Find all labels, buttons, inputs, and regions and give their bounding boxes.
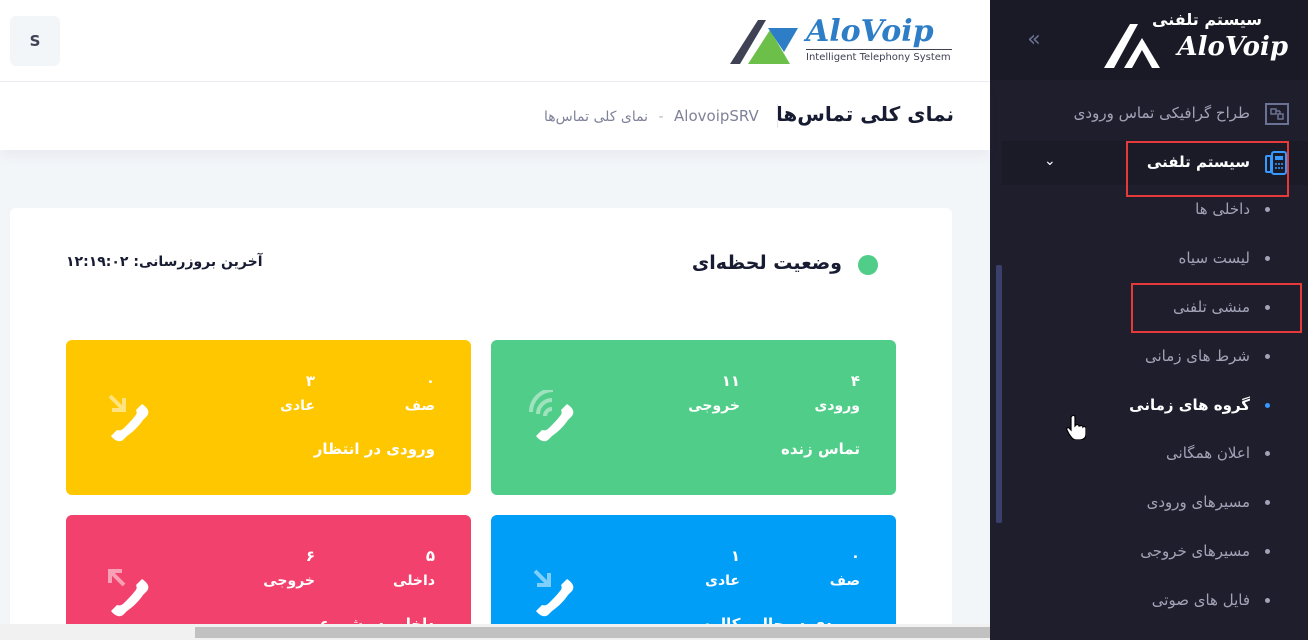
sidebar-subitem-announcements[interactable]: اعلان همگانی <box>990 431 1308 477</box>
tile-value: ۶ <box>305 547 315 565</box>
sidebar-subitem-audio-files[interactable]: فایل های صوتی <box>990 578 1308 624</box>
live-call-icon <box>529 390 574 442</box>
tile-title: ورودی در انتظار <box>313 440 435 458</box>
title-divider <box>777 104 778 128</box>
tile-value: ۵ <box>425 547 435 565</box>
logo-divider <box>806 49 952 50</box>
sidebar-scrollbar[interactable] <box>996 265 1002 523</box>
status-title: وضعیت لحظه‌ای <box>691 252 842 274</box>
bullet-icon <box>1265 354 1270 359</box>
sidebar-item-call-designer[interactable]: طراح گرافیکی تماس ورودی <box>990 92 1308 136</box>
realtime-status-card: وضعیت لحظه‌ای آخرین بروزرسانی: ۱۲:۱۹:۰۲ … <box>10 208 952 640</box>
sidebar-subitem-time-groups[interactable]: گروه های زمانی <box>990 383 1308 429</box>
sidebar-subitem-time-conditions[interactable]: شرط های زمانی <box>990 334 1308 380</box>
bullet-icon <box>1265 500 1270 505</box>
breadcrumb-current: نمای کلی تماس‌ها <box>544 109 649 125</box>
tile-value-label: صف <box>404 398 435 414</box>
sidebar-item-label: طراح گرافیکی تماس ورودی <box>1073 104 1250 122</box>
bullet-icon <box>1265 207 1270 212</box>
breadcrumb-root[interactable]: AlovoipSRV <box>674 107 759 125</box>
sidebar-subitem-label: شرط های زمانی <box>1145 347 1250 365</box>
tile-value-label: ورودی <box>814 398 860 414</box>
tile-value: ۱۱ <box>721 372 740 390</box>
breadcrumb-separator: - <box>658 109 664 125</box>
outgoing-call-icon <box>108 569 149 617</box>
tile-incoming-waiting[interactable]: ۰ صف ۳ عادی ورودی در انتظار <box>66 340 471 495</box>
bullet-icon <box>1265 256 1270 261</box>
tile-internal[interactable]: ۵ داخلی ۶ خروجی داخلی در شروع <box>66 515 471 640</box>
tile-value: ۰ <box>425 372 435 390</box>
tile-value: ۱ <box>730 547 740 565</box>
bullet-icon <box>1265 451 1270 456</box>
highlight-box-phone-system <box>1126 141 1289 197</box>
tile-value-label: عادی <box>705 573 740 589</box>
highlight-box-ivr <box>1131 283 1302 333</box>
call-designer-icon <box>1265 103 1289 125</box>
sidebar-subitem-label: مسیرهای خروجی <box>1140 542 1250 560</box>
header-brand-name: AloVoip <box>806 14 934 49</box>
breadcrumb: AlovoipSRV - نمای کلی تماس‌ها <box>544 107 759 125</box>
header-logo[interactable]: AloVoip Intelligent Telephony System <box>728 14 954 68</box>
sidebar-header: « سیستم تلفنی AloVoip <box>990 0 1308 80</box>
tile-incoming-active[interactable]: ۰ صف ۱ عادی ورودی در حال مکالمه <box>491 515 896 640</box>
sidebar-logo[interactable]: سیستم تلفنی AloVoip <box>1102 10 1292 70</box>
sidebar: « سیستم تلفنی AloVoip طراح گرافیکی تماس … <box>990 0 1308 640</box>
sidebar-brand-name: AloVoip <box>1177 32 1288 62</box>
bullet-icon <box>1265 403 1270 408</box>
scrollbar-thumb[interactable] <box>195 627 990 638</box>
tile-value: ۳ <box>305 372 315 390</box>
incoming-call-icon <box>108 394 149 442</box>
tile-title: تماس زنده <box>780 440 860 458</box>
tile-value-label: داخلی <box>393 573 435 589</box>
hand-cursor-icon <box>1066 414 1086 440</box>
chevron-down-icon[interactable]: ⌄ <box>1044 153 1056 169</box>
sidebar-subitem-label: داخلی ها <box>1195 200 1250 218</box>
tile-value-label: صف <box>829 573 860 589</box>
sidebar-subitem-label: اعلان همگانی <box>1166 444 1250 462</box>
sidebar-toggle-icon[interactable]: « <box>1020 28 1044 52</box>
sidebar-subitem-blacklist[interactable]: لیست سیاه <box>990 236 1308 282</box>
page-title: نمای کلی تماس‌ها <box>775 102 954 126</box>
status-indicator <box>858 255 878 275</box>
user-avatar-button[interactable]: S <box>10 16 60 66</box>
header-tagline: Intelligent Telephony System <box>806 52 951 63</box>
sidebar-subitem-label: لیست سیاه <box>1178 249 1251 267</box>
tile-value-label: خروجی <box>688 398 740 414</box>
tile-value-label: خروجی <box>263 573 315 589</box>
tile-live-calls[interactable]: ۴ ورودی ۱۱ خروجی تماس زنده <box>491 340 896 495</box>
sidebar-subitem-label: مسیرهای ورودی <box>1146 493 1250 511</box>
sidebar-subitem-label: گروه های زمانی <box>1129 396 1250 414</box>
sidebar-subitem-outbound-routes[interactable]: مسیرهای خروجی <box>990 529 1308 575</box>
subheader: نمای کلی تماس‌ها AlovoipSRV - نمای کلی ت… <box>0 82 990 150</box>
bullet-icon <box>1265 598 1270 603</box>
horizontal-scrollbar[interactable] <box>0 624 990 640</box>
topbar: S AloVoip Intelligent Telephony System <box>0 0 990 82</box>
sidebar-subitem-inbound-routes[interactable]: مسیرهای ورودی <box>990 480 1308 526</box>
tile-value: ۴ <box>850 372 860 390</box>
logo-mark-icon <box>730 20 798 64</box>
incoming-call-icon <box>533 569 574 617</box>
tile-value: ۰ <box>850 547 860 565</box>
last-update-text: آخرین بروزرسانی: ۱۲:۱۹:۰۲ <box>66 254 263 270</box>
bullet-icon <box>1265 549 1270 554</box>
sidebar-brand-title: سیستم تلفنی <box>1152 10 1262 29</box>
tile-value-label: عادی <box>280 398 315 414</box>
sidebar-subitem-label: فایل های صوتی <box>1151 591 1250 609</box>
